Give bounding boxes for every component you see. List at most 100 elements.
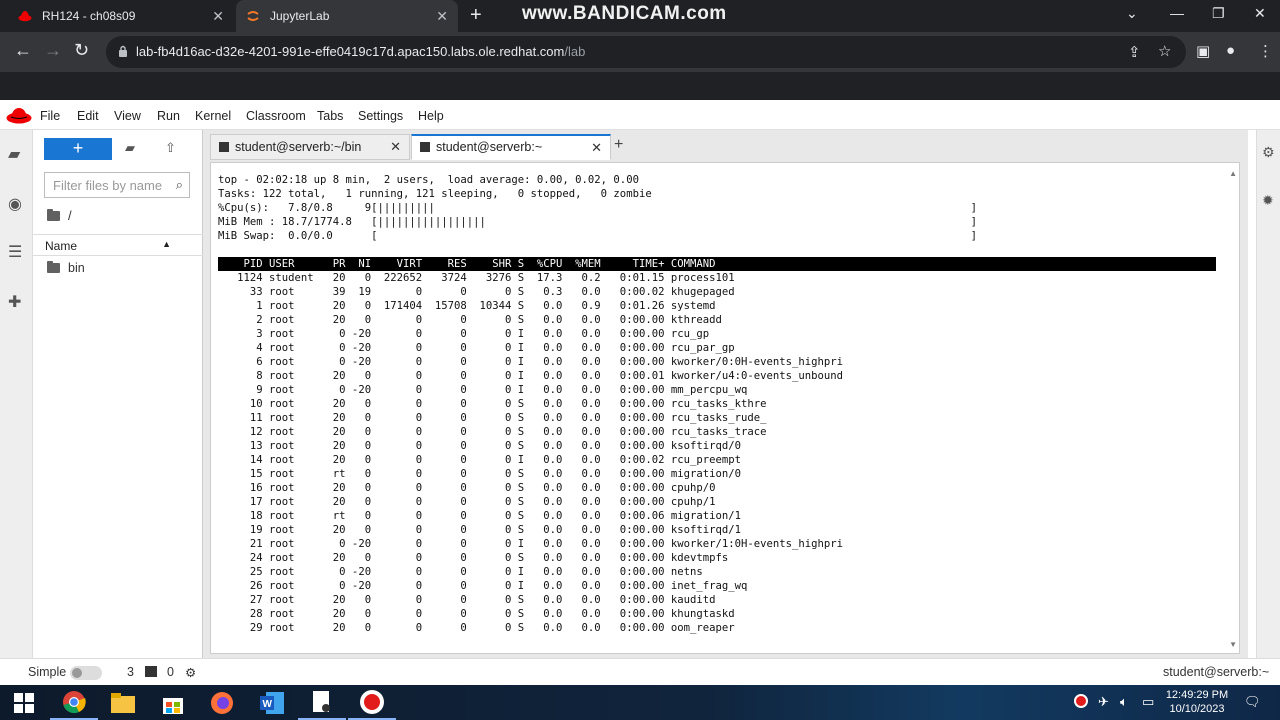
taskbar-clock[interactable]: 12:49:29 PM 10/10/2023 (1160, 688, 1234, 716)
document-user-icon[interactable] (298, 685, 346, 720)
address-bar[interactable]: lab-fb4d16ac-d32e-4201-991e-effe0419c17d… (106, 36, 1186, 68)
store-icon[interactable] (149, 685, 197, 720)
process-row: 10 root 20 0 0 0 0 S 0.0 0.0 0:00.00 rcu… (218, 398, 767, 410)
filter-files-input[interactable]: Filter files by name ⌕ (44, 172, 190, 198)
upload-icon[interactable]: ⇧ (165, 140, 176, 156)
folder-icon (111, 692, 135, 713)
property-inspector-icon[interactable]: ⚙ (1262, 144, 1275, 161)
process-row: 9 root 0 -20 0 0 0 I 0.0 0.0 0:00.00 mm_… (218, 384, 748, 396)
browser-tabstrip: RH124 - ch08s09 ✕ JupyterLab ✕ + www.BAN… (0, 0, 1280, 32)
monitor-icon[interactable]: ▭ (1142, 694, 1154, 710)
status-bar: Simple 3 0 ⚙ student@serverb:~ (0, 658, 1280, 685)
star-icon[interactable]: ☆ (1158, 42, 1171, 60)
new-launcher-button[interactable]: + (44, 138, 112, 160)
process-row: 26 root 0 -20 0 0 0 I 0.0 0.0 0:00.00 in… (218, 580, 748, 592)
terminal-output[interactable]: top - 02:02:18 up 8 min, 2 users, load a… (218, 173, 1216, 635)
sidepanel-icon[interactable]: ▣ (1196, 42, 1210, 60)
clock-time: 12:49:29 PM (1165, 689, 1229, 701)
notifications-icon[interactable]: 🗨︎ (1244, 694, 1261, 710)
scroll-down-icon[interactable]: ▼ (1229, 640, 1237, 649)
settings-icon[interactable]: ⚙ (185, 665, 196, 680)
word-icon[interactable]: W (248, 685, 296, 720)
menu-kernel[interactable]: Kernel (195, 109, 231, 123)
menu-run[interactable]: Run (157, 109, 180, 123)
minimize-icon[interactable]: — (1170, 5, 1184, 21)
kernels-count[interactable]: 3 (127, 665, 134, 679)
browser-tab-title: JupyterLab (270, 9, 330, 23)
menu-file[interactable]: File (40, 109, 60, 123)
close-icon[interactable]: ✕ (436, 8, 448, 25)
tab-terminal-bin[interactable]: student@serverb:~/bin ✕ (210, 134, 410, 160)
share-icon[interactable]: ⇪ (1128, 43, 1141, 61)
terminal-panel[interactable]: top - 02:02:18 up 8 min, 2 users, load a… (210, 162, 1240, 654)
main-dock-area: student@serverb:~/bin ✕ student@serverb:… (203, 130, 1248, 658)
browser-tab-title: RH124 - ch08s09 (42, 9, 136, 23)
redhat-logo-icon (6, 108, 32, 124)
menu-tabs[interactable]: Tabs (317, 109, 343, 123)
chrome-icon[interactable] (50, 685, 98, 720)
process-row: 21 root 0 -20 0 0 0 I 0.0 0.0 0:00.00 kw… (218, 538, 844, 550)
browser-tab-jupyterlab[interactable]: JupyterLab ✕ (236, 0, 458, 32)
record-indicator-icon[interactable] (1074, 694, 1088, 711)
process-table-header: PID USER PR NI VIRT RES SHR S %CPU %MEM … (218, 257, 1216, 271)
folder-icon[interactable]: ▰ (8, 144, 20, 164)
back-icon[interactable]: ← (14, 40, 32, 61)
menu-help[interactable]: Help (418, 109, 444, 123)
debugger-icon[interactable]: ✹ (1262, 192, 1274, 209)
clock-date: 10/10/2023 (1169, 703, 1225, 715)
url-path: /lab (564, 44, 586, 59)
column-header-name[interactable]: Name ▲ (33, 234, 203, 256)
close-icon[interactable]: ✕ (591, 140, 602, 156)
status-terminal-name: student@serverb:~ (1163, 665, 1270, 679)
top-summary-line (218, 243, 1216, 257)
tab-label: student@serverb:~ (436, 140, 543, 154)
add-tab-button[interactable]: + (614, 136, 623, 154)
bag-icon (163, 697, 183, 714)
terminals-count[interactable]: 0 (167, 665, 174, 679)
menu-view[interactable]: View (114, 109, 141, 123)
close-window-icon[interactable]: ✕ (1254, 5, 1266, 22)
reload-icon[interactable]: ↻ (74, 40, 89, 61)
extension-icon[interactable]: ✚ (8, 292, 21, 312)
jupyter-icon (247, 11, 259, 21)
tab-terminal-home[interactable]: student@serverb:~ ✕ (411, 134, 611, 160)
speaker-icon[interactable]: 🔈︎ (1120, 694, 1128, 710)
url-host: lab-fb4d16ac-d32e-4201-991e-effe0419c17d… (136, 44, 565, 59)
menu-classroom[interactable]: Classroom (246, 109, 306, 123)
column-name-label: Name (45, 239, 78, 253)
top-summary-line: %Cpu(s): 7.8/0.8 9[||||||||| ] (218, 202, 977, 214)
network-settings-icon[interactable]: ✈ (1098, 694, 1109, 710)
windows-taskbar: W ✈ 🔈︎ ▭ 12:49:29 PM 10/10/2023 🗨︎ (0, 685, 1280, 720)
chevron-down-icon[interactable]: ⌄ (1126, 5, 1138, 22)
toc-icon[interactable]: ☰ (8, 242, 22, 262)
new-folder-icon[interactable]: ▰ (125, 140, 135, 156)
filter-placeholder: Filter files by name (53, 178, 163, 193)
running-icon[interactable]: ◉ (8, 194, 22, 214)
scroll-up-icon[interactable]: ▲ (1229, 169, 1237, 178)
menu-edit[interactable]: Edit (77, 109, 99, 123)
file-explorer-icon[interactable] (99, 685, 147, 720)
browser-tab-rh124[interactable]: RH124 - ch08s09 ✕ (8, 0, 234, 32)
process-row: 33 root 39 19 0 0 0 S 0.3 0.0 0:00.02 kh… (218, 286, 735, 298)
breadcrumb[interactable]: / (47, 208, 72, 223)
restore-icon[interactable]: ❐ (1212, 5, 1225, 22)
kebab-menu-icon[interactable]: ⋮ (1258, 42, 1273, 60)
process-row: 11 root 20 0 0 0 0 S 0.0 0.0 0:00.00 rcu… (218, 412, 767, 424)
bandicam-icon[interactable] (348, 685, 396, 720)
new-tab-icon[interactable]: + (470, 4, 482, 27)
svg-text:W: W (263, 699, 273, 710)
sort-caret-icon: ▲ (162, 239, 171, 249)
forward-icon[interactable]: → (44, 40, 62, 61)
simple-mode-toggle[interactable] (70, 666, 102, 680)
windows-start-icon[interactable] (0, 685, 48, 720)
close-icon[interactable]: ✕ (212, 8, 224, 25)
menu-settings[interactable]: Settings (358, 109, 403, 123)
close-icon[interactable]: ✕ (390, 139, 401, 155)
file-item-bin[interactable]: bin (47, 261, 85, 275)
profile-icon[interactable]: ● (1226, 42, 1235, 59)
bandicam-watermark: www.BANDICAM.com (522, 3, 727, 24)
process-row: 27 root 20 0 0 0 0 S 0.0 0.0 0:00.00 kau… (218, 594, 716, 606)
tab-label: student@serverb:~/bin (235, 140, 362, 154)
firefox-icon[interactable] (198, 685, 246, 720)
process-row: 16 root 20 0 0 0 0 S 0.0 0.0 0:00.00 cpu… (218, 482, 716, 494)
